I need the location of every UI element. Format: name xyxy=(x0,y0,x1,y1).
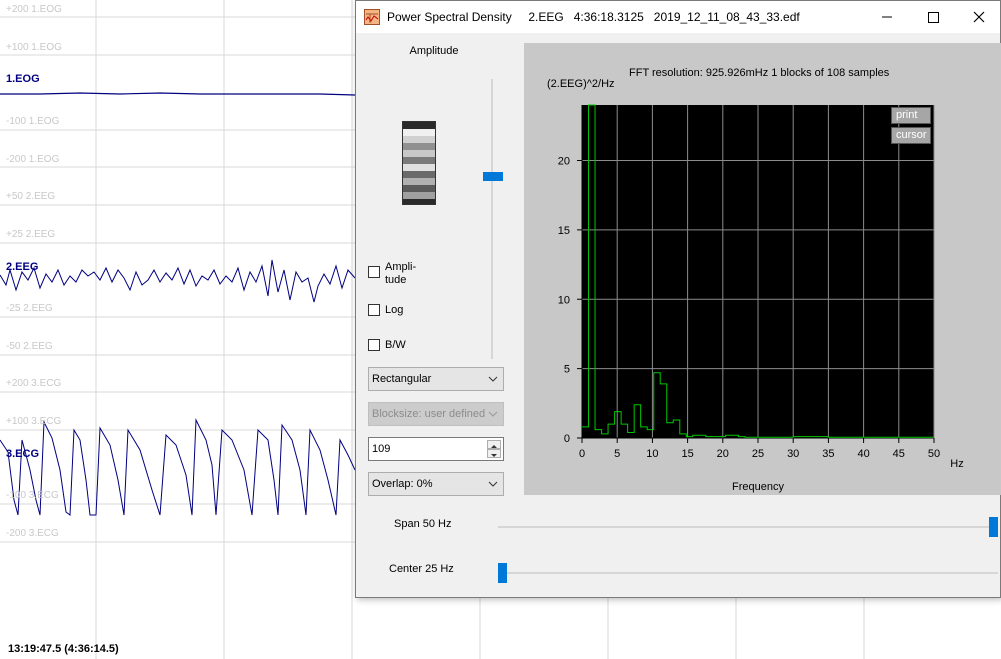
chevron-down-icon xyxy=(488,481,498,487)
time-readout: 13:19:47.5 (4:36:14.5) xyxy=(8,643,119,655)
fft-info-text: FFT resolution: 925.926mHz 1 blocks of 1… xyxy=(629,67,890,79)
blocksize-spin-value: 109 xyxy=(372,443,391,455)
y-axis-label: (2.EEG)^2/Hz xyxy=(547,78,615,90)
x-tick-label: 40 xyxy=(857,448,869,460)
x-tick-label: 25 xyxy=(752,448,764,460)
channel-label-eeg[interactable]: 2.EEG xyxy=(6,261,38,273)
center-slider-thumb[interactable] xyxy=(498,563,507,583)
scale-label: -25 2.EEG xyxy=(6,303,53,314)
window-title: Power Spectral Density 2.EEG 4:36:18.312… xyxy=(387,10,800,24)
x-tick-label: 10 xyxy=(646,448,658,460)
maximize-button[interactable] xyxy=(910,1,956,33)
bw-checkbox-label: B/W xyxy=(385,339,406,351)
chevron-down-icon xyxy=(488,376,498,382)
x-tick-label: 35 xyxy=(822,448,834,460)
x-tick-label: 5 xyxy=(614,448,620,460)
amplitude-slider-track[interactable] xyxy=(491,79,493,359)
scale-label: -200 1.EOG xyxy=(6,154,60,165)
window-type-value: Rectangular xyxy=(372,373,432,385)
x-unit-label: Hz xyxy=(950,458,963,470)
minimize-icon xyxy=(882,16,892,18)
span-slider-thumb[interactable] xyxy=(989,517,998,537)
eog-trace xyxy=(0,92,356,96)
amplitude-checkbox[interactable] xyxy=(368,266,380,278)
x-tick-label: 50 xyxy=(928,448,940,460)
close-button[interactable] xyxy=(956,1,1001,33)
scale-label: -200 3.ECG xyxy=(6,528,59,539)
maximize-icon xyxy=(928,12,939,23)
scale-label: +200 3.ECG xyxy=(6,378,62,389)
y-tick-label: 0 xyxy=(564,433,570,445)
colormap-legend xyxy=(402,121,436,205)
log-checkbox[interactable] xyxy=(368,304,380,316)
print-button[interactable]: print xyxy=(891,107,931,124)
scale-label: -100 1.EOG xyxy=(6,116,60,127)
overlap-select[interactable]: Overlap: 0% xyxy=(368,472,504,496)
y-tick-label: 10 xyxy=(558,294,570,306)
scale-label: -50 2.EEG xyxy=(6,341,53,352)
minimize-button[interactable] xyxy=(864,1,910,33)
y-tick-label: 15 xyxy=(558,225,570,237)
overlap-value: Overlap: 0% xyxy=(372,478,433,490)
x-tick-label: 20 xyxy=(717,448,729,460)
window-type-select[interactable]: Rectangular xyxy=(368,367,504,391)
scale-label: +200 1.EOG xyxy=(6,4,62,15)
eeg-trace xyxy=(0,259,356,303)
psd-plot-panel[interactable]: 0 5 10 15 20 25 30 35 40 45 50 0 5 10 15 20 (2.EEG)^2/Hz… xyxy=(524,43,1001,495)
title-bar[interactable]: Power Spectral Density 2.EEG 4:36:18.312… xyxy=(356,1,1000,33)
x-tick-label: 15 xyxy=(681,448,693,460)
arrow-down-icon xyxy=(491,454,497,457)
blocksize-spinbox[interactable]: 109 xyxy=(368,437,504,461)
bw-checkbox[interactable] xyxy=(368,339,380,351)
y-tick-label: 5 xyxy=(564,364,570,376)
span-slider-track[interactable] xyxy=(498,526,998,528)
amplitude-label: Amplitude xyxy=(409,45,459,57)
channel-label-ecg[interactable]: 3.ECG xyxy=(6,448,39,460)
center-label: Center 25 Hz xyxy=(389,563,454,575)
spin-up-button[interactable] xyxy=(487,440,501,449)
close-icon xyxy=(973,11,985,23)
amplitude-slider-thumb[interactable] xyxy=(483,172,503,181)
amplitude-checkbox-label: Ampli- tude xyxy=(385,261,417,286)
channel-label-eog[interactable]: 1.EOG xyxy=(6,73,40,85)
span-label: Span 50 Hz xyxy=(394,518,452,530)
psd-dialog: Power Spectral Density 2.EEG 4:36:18.312… xyxy=(355,0,1001,598)
chevron-down-icon xyxy=(488,411,498,417)
log-checkbox-label: Log xyxy=(385,304,404,316)
blocksize-select: Blocksize: user defined xyxy=(368,402,504,426)
app-icon xyxy=(364,9,380,25)
spin-down-button[interactable] xyxy=(487,449,501,458)
scale-label: -100 3.ECG xyxy=(6,490,59,501)
x-axis-label: Frequency xyxy=(732,481,784,493)
cursor-button[interactable]: cursor xyxy=(891,127,931,144)
x-tick-label: 45 xyxy=(893,448,905,460)
center-slider-track[interactable] xyxy=(498,572,998,574)
scale-label: +100 3.ECG xyxy=(6,416,62,427)
scale-label: +100 1.EOG xyxy=(6,42,62,53)
x-tick-label: 30 xyxy=(787,448,799,460)
scale-label: +50 2.EEG xyxy=(6,191,56,202)
x-tick-label: 0 xyxy=(579,448,585,460)
y-tick-label: 20 xyxy=(558,156,570,168)
blocksize-value: Blocksize: user defined xyxy=(372,408,486,420)
scale-label: +25 2.EEG xyxy=(6,229,56,240)
